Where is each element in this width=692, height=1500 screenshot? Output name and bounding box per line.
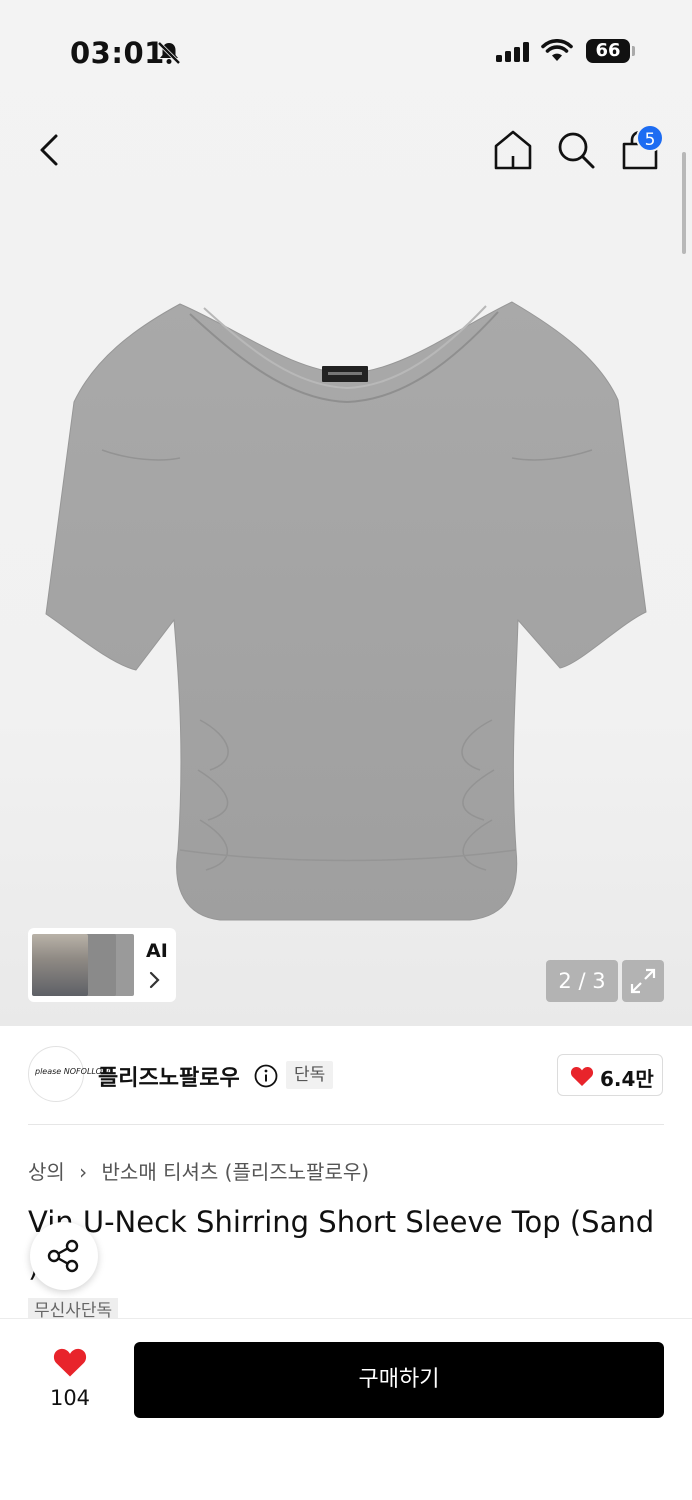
heart-icon: [570, 1066, 594, 1086]
expand-icon: [630, 968, 656, 994]
cart-count-badge: 5: [636, 124, 664, 152]
wishlist-count: 104: [49, 1386, 91, 1410]
divider: [28, 1124, 664, 1125]
share-button[interactable]: [30, 1222, 98, 1290]
heart-icon: [53, 1348, 87, 1377]
battery-cap: [632, 46, 635, 56]
brand-like-count: 6.4만: [600, 1067, 654, 1091]
scroll-indicator: [682, 152, 686, 254]
signal-icon: [496, 42, 529, 62]
breadcrumb-subcategory[interactable]: 반소매 티셔츠 (플리즈노팔로우): [102, 1160, 370, 1184]
product-image[interactable]: [40, 290, 652, 930]
ai-label: AI: [146, 940, 168, 962]
bell-off-icon: [157, 41, 181, 65]
search-icon[interactable]: [555, 128, 597, 172]
status-time: 03:01: [70, 36, 165, 70]
brand-like-button[interactable]: 6.4만: [557, 1054, 663, 1096]
status-bar: 03:01 66: [0, 0, 692, 100]
breadcrumb-category[interactable]: 상의: [28, 1160, 65, 1184]
brand-logo[interactable]: please NOFOLLOW: [28, 1046, 110, 1102]
wishlist-button[interactable]: 104: [30, 1342, 110, 1418]
image-page-indicator: 2 / 3: [546, 960, 618, 1002]
product-title: Vin U-Neck Shirring Short Sleeve Top (Sa…: [28, 1205, 655, 1283]
back-arrow-icon[interactable]: [30, 128, 70, 172]
wifi-icon: [541, 39, 573, 61]
expand-button[interactable]: [622, 960, 664, 1002]
ai-thumbnail-1: [32, 934, 88, 996]
chevron-right-icon: [149, 971, 160, 989]
exclusive-badge: 단독: [286, 1061, 334, 1089]
chevron-right-icon: ›: [79, 1160, 88, 1184]
home-icon[interactable]: [492, 128, 534, 172]
ai-styling-card[interactable]: AI: [28, 928, 176, 1002]
brand-name[interactable]: 플리즈노팔로우: [98, 1060, 240, 1092]
product-hero: 03:01 66 5 AI 2 / 3: [0, 0, 692, 1026]
share-icon: [47, 1239, 79, 1273]
battery-level: 66: [586, 39, 630, 63]
info-icon[interactable]: [254, 1064, 278, 1088]
buy-button[interactable]: 구매하기: [134, 1342, 664, 1418]
breadcrumb: 상의 › 반소매 티셔츠 (플리즈노팔로우): [28, 1156, 369, 1185]
